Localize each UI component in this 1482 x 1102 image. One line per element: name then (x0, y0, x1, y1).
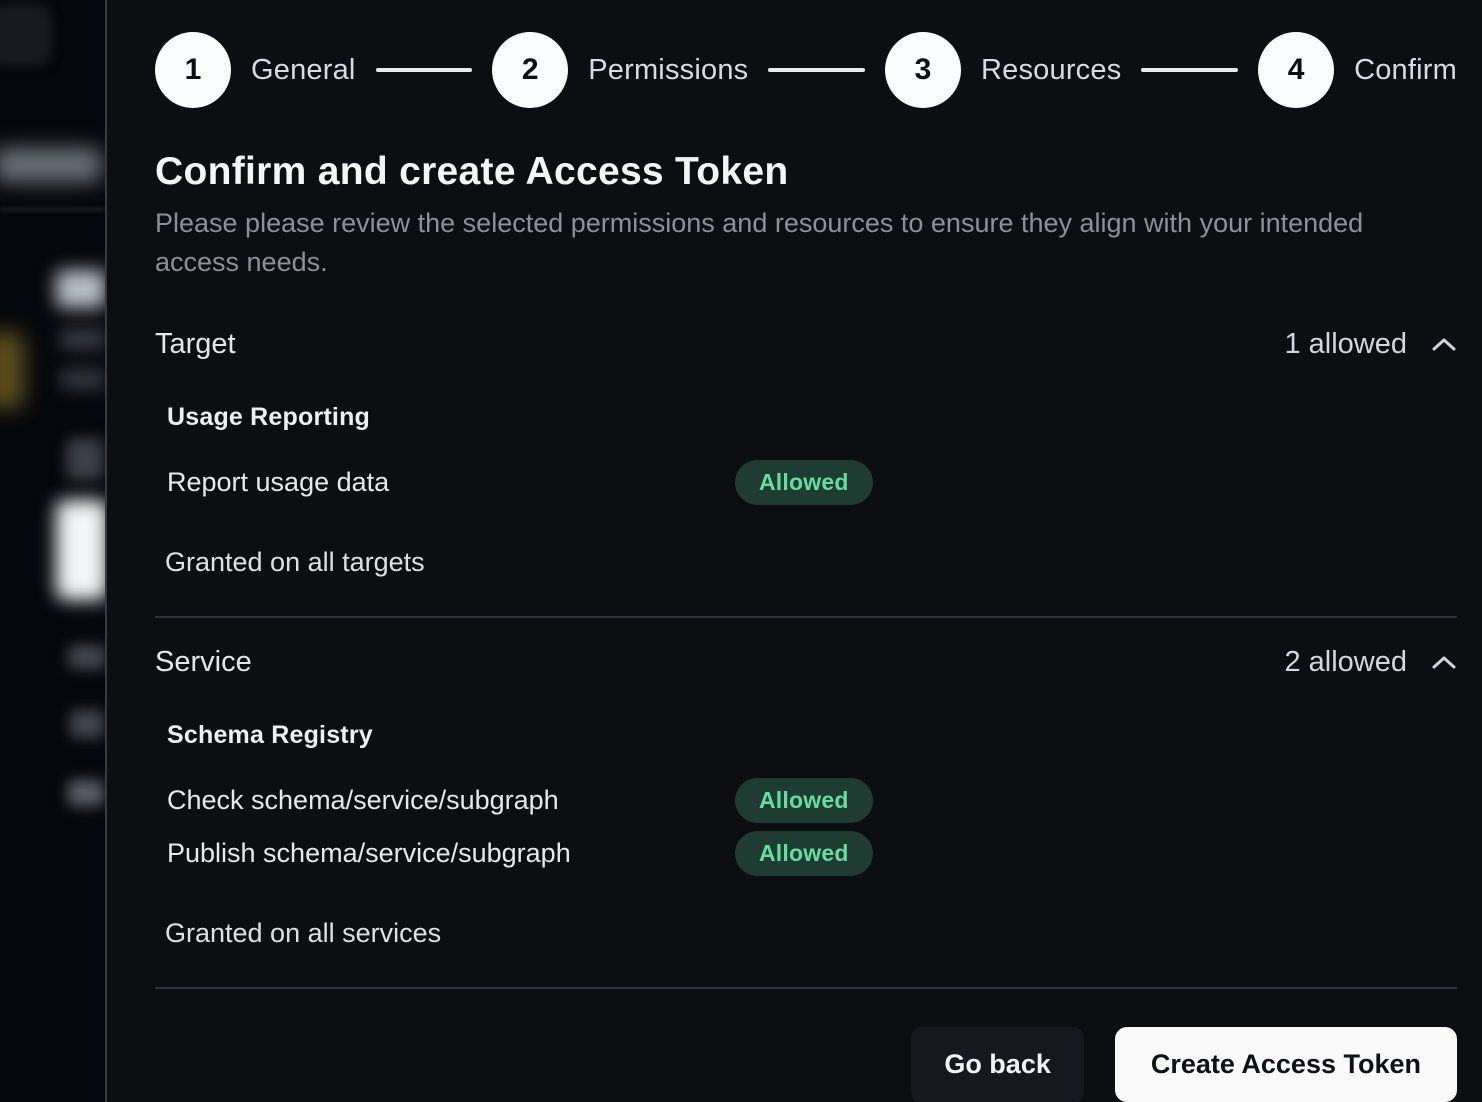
permission-row: Report usage data Allowed (167, 460, 1457, 505)
step-label: General (251, 54, 356, 87)
create-access-token-button[interactable]: Create Access Token (1115, 1027, 1457, 1102)
allowed-count: 1 allowed (1284, 328, 1407, 361)
blurred-heading-shape (56, 270, 105, 308)
permission-label: Publish schema/service/subgraph (167, 838, 735, 869)
permission-label: Report usage data (167, 467, 735, 498)
permission-group-title: Schema Registry (167, 721, 1457, 750)
permission-label: Check schema/service/subgraph (167, 785, 735, 816)
service-section-header[interactable]: Service 2 allowed (155, 646, 1457, 679)
step-label: Permissions (588, 54, 748, 87)
step-confirm[interactable]: 4 Confirm (1258, 32, 1457, 108)
wizard-stepper: 1 General 2 Permissions 3 Resources 4 Co… (155, 32, 1457, 108)
service-section: Service 2 allowed Schema Registry Check … (155, 646, 1457, 949)
go-back-button[interactable]: Go back (911, 1027, 1084, 1102)
section-title: Target (155, 328, 236, 361)
allowed-badge: Allowed (735, 778, 873, 823)
page-title: Confirm and create Access Token (155, 150, 1457, 194)
step-connector (768, 68, 865, 72)
step-number-circle: 2 (492, 32, 568, 108)
allowed-count: 2 allowed (1284, 646, 1407, 679)
chevron-up-icon (1431, 336, 1457, 354)
permission-row: Publish schema/service/subgraph Allowed (167, 831, 1457, 876)
modal-footer: Go back Create Access Token (155, 1027, 1457, 1102)
permission-row: Check schema/service/subgraph Allowed (167, 778, 1457, 823)
blurred-divider-shape (0, 208, 105, 211)
step-number-circle: 4 (1258, 32, 1334, 108)
blurred-text-shape (60, 368, 105, 390)
background-sidebar (0, 0, 105, 1102)
permission-group-title: Usage Reporting (167, 403, 1457, 432)
granted-note: Granted on all services (165, 918, 1457, 949)
section-divider (155, 616, 1457, 618)
permission-group: Usage Reporting Report usage data Allowe… (167, 403, 1457, 505)
blurred-button-shape (56, 500, 105, 600)
footer-divider (155, 987, 1457, 989)
section-summary: 2 allowed (1284, 646, 1457, 679)
blurred-logo-shape (0, 4, 52, 66)
page-subtitle: Please please review the selected permis… (155, 204, 1425, 282)
section-summary: 1 allowed (1284, 328, 1457, 361)
target-section: Target 1 allowed Usage Reporting Report … (155, 328, 1457, 578)
blurred-text-shape (70, 710, 104, 738)
step-resources[interactable]: 3 Resources (885, 32, 1121, 108)
granted-note: Granted on all targets (165, 547, 1457, 578)
blurred-text-shape (60, 328, 105, 350)
allowed-badge: Allowed (735, 831, 873, 876)
blurred-text-shape (68, 645, 105, 669)
create-access-token-modal: 1 General 2 Permissions 3 Resources 4 Co… (105, 0, 1482, 1102)
chevron-up-icon (1431, 654, 1457, 672)
step-general[interactable]: 1 General (155, 32, 356, 108)
blurred-box-shape (66, 438, 104, 480)
blurred-nav-text-shape (0, 148, 102, 182)
step-connector (376, 68, 473, 72)
step-permissions[interactable]: 2 Permissions (492, 32, 748, 108)
target-section-header[interactable]: Target 1 allowed (155, 328, 1457, 361)
section-title: Service (155, 646, 252, 679)
step-number-circle: 1 (155, 32, 231, 108)
step-label: Resources (981, 54, 1121, 87)
blurred-warning-shape (0, 332, 24, 408)
step-label: Confirm (1354, 54, 1457, 87)
blurred-text-shape (68, 780, 104, 806)
step-connector (1141, 68, 1238, 72)
permission-group: Schema Registry Check schema/service/sub… (167, 721, 1457, 876)
allowed-badge: Allowed (735, 460, 873, 505)
step-number-circle: 3 (885, 32, 961, 108)
